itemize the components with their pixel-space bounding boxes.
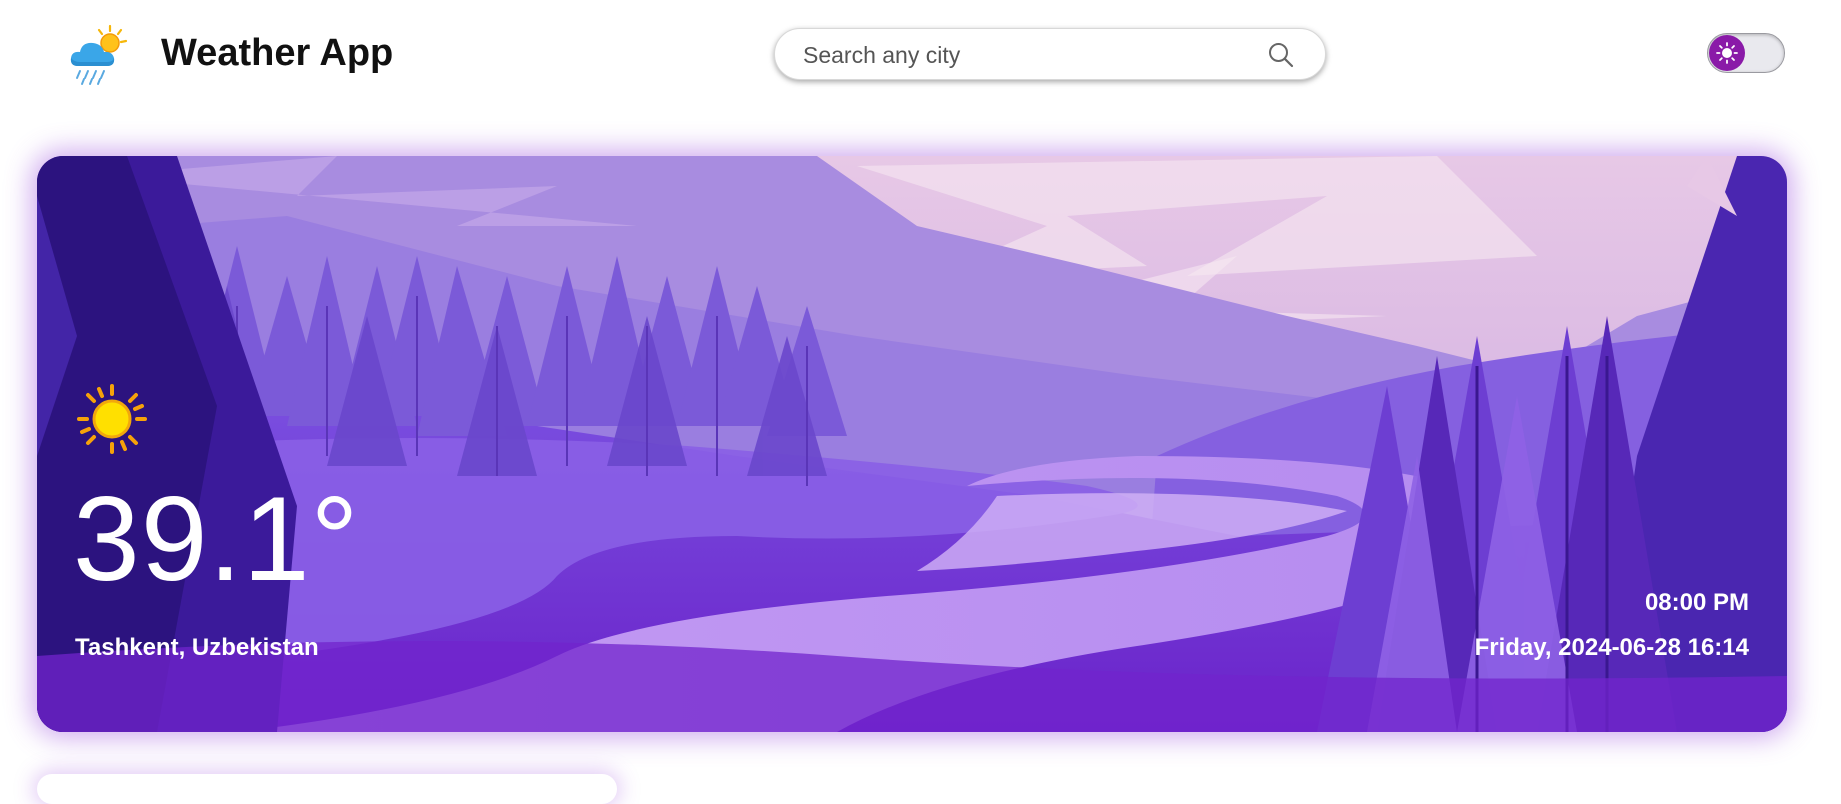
app-title: Weather App	[161, 32, 394, 74]
theme-toggle[interactable]	[1707, 33, 1785, 73]
app-header: Weather App	[0, 0, 1841, 110]
search-icon[interactable]	[1267, 41, 1295, 69]
search-input[interactable]	[801, 29, 1245, 81]
search-bar	[774, 28, 1326, 81]
sun-icon	[75, 382, 149, 456]
cloud-sun-rain-icon	[66, 22, 132, 88]
current-weather-card: 39.1° Tashkent, Uzbekistan 08:00 PM Frid…	[37, 156, 1787, 732]
temperature: 39.1°	[73, 472, 360, 606]
location-name: Tashkent, Uzbekistan	[75, 634, 319, 661]
sun-icon	[1709, 42, 1745, 75]
date-time: Friday, 2024-06-28 16:14	[1474, 634, 1749, 661]
local-time: 08:00 PM	[1644, 589, 1749, 616]
next-card	[37, 774, 617, 804]
toggle-knob	[1709, 35, 1745, 71]
